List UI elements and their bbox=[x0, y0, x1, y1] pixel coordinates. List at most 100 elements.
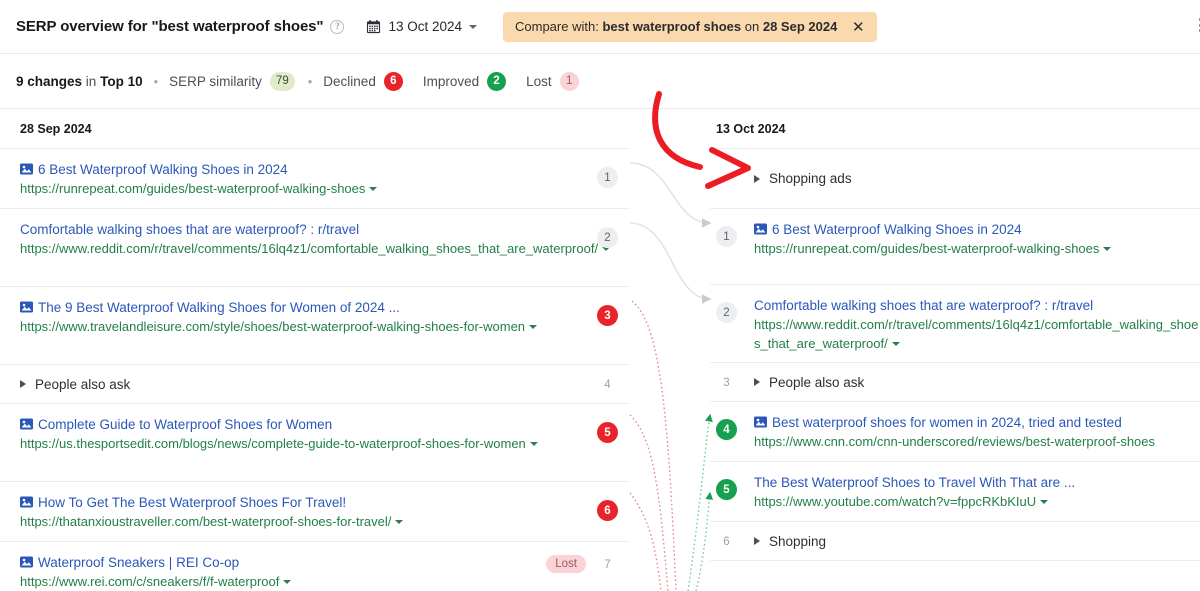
lost-count-badge: 1 bbox=[559, 71, 579, 91]
result-title[interactable]: How To Get The Best Waterproof Shoes For… bbox=[20, 493, 630, 512]
table-row[interactable]: People also ask 3 bbox=[710, 363, 1200, 402]
serp-result: 6 Best Waterproof Walking Shoes in 2024 … bbox=[20, 160, 630, 198]
compare-with-chip[interactable]: Compare with: best waterproof shoes on 2… bbox=[503, 11, 878, 42]
position-badge: 2 bbox=[597, 227, 618, 248]
separator-dot-2: • bbox=[307, 73, 313, 89]
serp-result: Comfortable walking shoes that are water… bbox=[20, 220, 630, 258]
result-url[interactable]: https://www.youtube.com/watch?v=fppcRKbK… bbox=[754, 492, 1200, 511]
left-column-date-heading: 28 Sep 2024 bbox=[0, 109, 630, 149]
table-row[interactable]: Comfortable walking shoes that are water… bbox=[0, 209, 630, 287]
page-header: SERP overview for "best waterproof shoes… bbox=[0, 0, 1200, 54]
serp-result: The Best Waterproof Shoes to Travel With… bbox=[710, 473, 1200, 511]
result-url[interactable]: https://www.reddit.com/r/travel/comments… bbox=[20, 239, 630, 258]
result-url[interactable]: https://us.thesportsedit.com/blogs/news/… bbox=[20, 434, 630, 453]
changes-in-label: in bbox=[85, 73, 97, 89]
expand-triangle-icon bbox=[20, 380, 26, 388]
image-result-icon bbox=[20, 554, 33, 568]
position-badge: 4 bbox=[716, 419, 737, 440]
chevron-down-icon[interactable] bbox=[395, 520, 404, 524]
image-result-icon bbox=[754, 414, 767, 428]
feature-toggle[interactable]: Shopping ads bbox=[754, 169, 1200, 188]
serp-overview-page: SERP overview for "best waterproof shoes… bbox=[0, 0, 1200, 591]
changes-count: 9 changes bbox=[16, 73, 83, 89]
table-row[interactable]: Complete Guide to Waterproof Shoes for W… bbox=[0, 404, 630, 482]
result-title[interactable]: Comfortable walking shoes that are water… bbox=[20, 220, 630, 239]
result-url[interactable]: https://runrepeat.com/guides/best-waterp… bbox=[754, 239, 1200, 258]
compare-on-label: on bbox=[744, 19, 760, 34]
result-url[interactable]: https://www.rei.com/c/sneakers/f/f-water… bbox=[20, 572, 630, 591]
serp-similarity-label: SERP similarity bbox=[169, 73, 262, 89]
image-result-icon bbox=[754, 221, 767, 235]
result-url[interactable]: https://thatanxioustraveller.com/best-wa… bbox=[20, 512, 630, 531]
position-badge: 7 bbox=[604, 558, 611, 571]
status-badge: Lost bbox=[546, 555, 586, 573]
result-url[interactable]: https://www.reddit.com/r/travel/comments… bbox=[754, 315, 1200, 353]
table-row[interactable]: The 9 Best Waterproof Walking Shoes for … bbox=[0, 287, 630, 365]
serp-comparison-panels: 28 Sep 2024 6 Best Waterproof Walking Sh… bbox=[0, 109, 1200, 591]
serp-feature: Shopping ads bbox=[710, 169, 1200, 188]
result-title[interactable]: 6 Best Waterproof Walking Shoes in 2024 bbox=[20, 160, 630, 179]
table-row[interactable]: People also ask 4 bbox=[0, 365, 630, 404]
result-url[interactable]: https://runrepeat.com/guides/best-waterp… bbox=[20, 179, 630, 198]
result-title[interactable]: Complete Guide to Waterproof Shoes for W… bbox=[20, 415, 630, 434]
compare-keyword: best waterproof shoes bbox=[602, 19, 742, 34]
result-title[interactable]: Best waterproof shoes for women in 2024,… bbox=[754, 413, 1200, 432]
question-mark-circle-icon[interactable]: ? bbox=[330, 19, 345, 34]
result-title[interactable]: Waterproof Sneakers | REI Co-op bbox=[20, 553, 630, 572]
serp-feature: Shopping bbox=[710, 532, 1200, 551]
lost-label: Lost bbox=[526, 73, 552, 89]
serp-result: The 9 Best Waterproof Walking Shoes for … bbox=[20, 298, 630, 336]
image-result-icon bbox=[20, 299, 33, 313]
declined-label: Declined bbox=[323, 73, 376, 89]
result-title[interactable]: The Best Waterproof Shoes to Travel With… bbox=[754, 473, 1200, 492]
expand-triangle-icon bbox=[754, 378, 760, 386]
feature-toggle[interactable]: People also ask bbox=[754, 373, 1200, 392]
close-icon[interactable]: ✕ bbox=[849, 18, 867, 36]
position-badge: 3 bbox=[597, 305, 618, 326]
image-result-icon bbox=[20, 416, 33, 430]
table-row[interactable]: The Best Waterproof Shoes to Travel With… bbox=[710, 462, 1200, 522]
expand-triangle-icon bbox=[754, 537, 760, 545]
table-row[interactable]: Waterproof Sneakers | REI Co-op https://… bbox=[0, 542, 630, 591]
table-row[interactable]: Shopping 6 bbox=[710, 522, 1200, 561]
compare-prefix-label: Compare with: bbox=[515, 19, 599, 34]
chevron-down-icon[interactable] bbox=[369, 187, 378, 191]
chevron-down-icon[interactable] bbox=[529, 442, 538, 446]
changes-scope: Top 10 bbox=[100, 73, 143, 89]
result-title[interactable]: 6 Best Waterproof Walking Shoes in 2024 bbox=[754, 220, 1200, 239]
improved-count-badge: 2 bbox=[487, 71, 507, 91]
feature-toggle[interactable]: Shopping bbox=[754, 532, 1200, 551]
result-title[interactable]: Comfortable walking shoes that are water… bbox=[754, 296, 1200, 315]
chevron-down-icon[interactable] bbox=[891, 342, 900, 346]
chevron-down-icon[interactable] bbox=[1103, 247, 1112, 251]
serp-result: How To Get The Best Waterproof Shoes For… bbox=[20, 493, 630, 531]
feature-toggle[interactable]: People also ask bbox=[20, 375, 630, 394]
table-row[interactable]: Comfortable walking shoes that are water… bbox=[710, 285, 1200, 363]
table-row[interactable]: How To Get The Best Waterproof Shoes For… bbox=[0, 482, 630, 542]
position-badge: 5 bbox=[716, 479, 737, 500]
selected-date: 13 Oct 2024 bbox=[388, 19, 462, 34]
serp-result: Waterproof Sneakers | REI Co-op https://… bbox=[20, 553, 630, 591]
chevron-down-icon[interactable] bbox=[529, 325, 538, 329]
result-title[interactable]: The 9 Best Waterproof Walking Shoes for … bbox=[20, 298, 630, 317]
compare-date: 28 Sep 2024 bbox=[762, 19, 838, 34]
serp-result: 6 Best Waterproof Walking Shoes in 2024 … bbox=[710, 220, 1200, 258]
image-result-icon bbox=[20, 161, 33, 175]
table-row[interactable]: 6 Best Waterproof Walking Shoes in 2024 … bbox=[0, 149, 630, 209]
table-row[interactable]: Shopping ads bbox=[710, 149, 1200, 209]
position-badge: 2 bbox=[716, 302, 737, 323]
result-url[interactable]: https://www.cnn.com/cnn-underscored/revi… bbox=[754, 432, 1200, 451]
serp-feature: People also ask bbox=[20, 375, 630, 394]
result-url[interactable]: https://www.travelandleisure.com/style/s… bbox=[20, 317, 630, 336]
expand-triangle-icon bbox=[754, 174, 760, 183]
stats-summary-bar: 9 changes in Top 10 • SERP similarity 79… bbox=[0, 54, 1200, 109]
serp-column-current: 13 Oct 2024 Shopping ads 6 Best Waterpro… bbox=[710, 109, 1200, 561]
table-row[interactable]: 6 Best Waterproof Walking Shoes in 2024 … bbox=[710, 209, 1200, 285]
table-row[interactable]: Best waterproof shoes for women in 2024,… bbox=[710, 402, 1200, 462]
image-result-icon bbox=[20, 494, 33, 508]
right-column-date-heading: 13 Oct 2024 bbox=[710, 109, 1200, 149]
serp-column-previous: 28 Sep 2024 6 Best Waterproof Walking Sh… bbox=[0, 109, 630, 591]
chevron-down-icon[interactable] bbox=[1040, 500, 1049, 504]
date-picker[interactable]: 13 Oct 2024 bbox=[366, 19, 477, 34]
chevron-down-icon[interactable] bbox=[283, 580, 292, 584]
